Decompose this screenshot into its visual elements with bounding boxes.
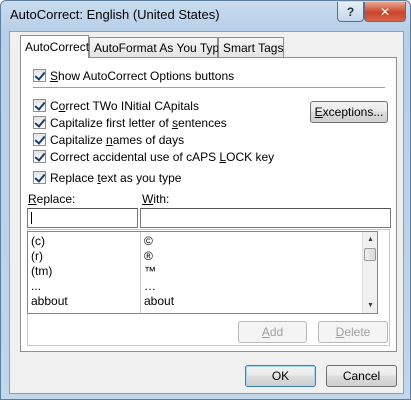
- checkbox-checked-icon[interactable]: [33, 133, 46, 146]
- list-item[interactable]: (c) ©: [28, 234, 358, 249]
- list-item-replace: (r): [31, 249, 43, 263]
- tab-label: AutoFormat As You Type: [94, 41, 226, 55]
- checkbox-checked-icon[interactable]: [33, 99, 46, 112]
- add-button[interactable]: Add: [238, 321, 307, 343]
- list-scrollbar[interactable]: ▲ ▼: [362, 232, 377, 313]
- button-label: Cancel: [342, 369, 381, 383]
- scroll-up-icon[interactable]: ▲: [363, 232, 377, 247]
- button-label: OK: [271, 369, 290, 383]
- show-autocorrect-options-checkbox[interactable]: Show AutoCorrect Options buttons: [33, 68, 234, 83]
- list-item-with: ®: [144, 249, 153, 263]
- capitalize-names-of-days-checkbox[interactable]: Capitalize names of days: [33, 132, 184, 147]
- title-bar[interactable]: AutoCorrect: English (United States) ? ✕: [1, 1, 410, 29]
- list-item[interactable]: (tm) ™: [28, 264, 358, 279]
- correct-two-initial-capitals-checkbox[interactable]: Correct TWo INitial CApitals: [33, 98, 199, 113]
- tab-autocorrect[interactable]: AutoCorrect: [20, 35, 89, 58]
- checkbox-checked-icon[interactable]: [33, 69, 46, 82]
- list-item-with: about: [144, 294, 175, 308]
- separator: [33, 87, 385, 89]
- button-label: Add: [261, 325, 284, 339]
- button-label: Delete: [335, 325, 371, 339]
- exceptions-button[interactable]: Exceptions...: [310, 101, 388, 123]
- ok-button[interactable]: OK: [245, 365, 316, 387]
- help-button[interactable]: ?: [337, 2, 364, 22]
- checkbox-checked-icon[interactable]: [33, 116, 46, 129]
- delete-button[interactable]: Delete: [318, 321, 388, 343]
- with-input[interactable]: [140, 208, 391, 228]
- checkbox-label: Show AutoCorrect Options buttons: [50, 68, 235, 83]
- correct-caps-lock-checkbox[interactable]: Correct accidental use of cAPS LOCK key: [33, 149, 274, 164]
- capitalize-first-letter-checkbox[interactable]: Capitalize first letter of sentences: [33, 115, 227, 130]
- list-item-replace: abbout: [31, 294, 68, 308]
- help-icon: ?: [346, 4, 355, 19]
- replacement-list[interactable]: (c) © (r) ® (tm) ™ ... … abbout about ▲ …: [27, 231, 378, 314]
- list-item-with: ™: [144, 264, 156, 278]
- tab-smart-tags[interactable]: Smart Tags: [218, 37, 284, 57]
- checkbox-checked-icon[interactable]: [33, 171, 46, 184]
- autocorrect-tab-panel: Show AutoCorrect Options buttons Correct…: [20, 57, 397, 352]
- checkbox-checked-icon[interactable]: [33, 150, 46, 163]
- scrollbar-thumb[interactable]: [364, 248, 376, 261]
- replace-text-as-you-type-checkbox[interactable]: Replace text as you type: [33, 170, 185, 185]
- list-item[interactable]: abbout about: [28, 294, 358, 309]
- list-item[interactable]: (r) ®: [28, 249, 358, 264]
- checkbox-label: Correct TWo INitial CApitals: [50, 98, 199, 113]
- tab-label: Smart Tags: [223, 41, 284, 55]
- scroll-down-icon[interactable]: ▼: [363, 298, 377, 313]
- list-item-replace: (tm): [31, 264, 53, 278]
- checkbox-label: Capitalize names of days: [50, 132, 185, 147]
- window-title: AutoCorrect: English (United States): [10, 7, 220, 22]
- list-item-with: ©: [144, 234, 153, 248]
- list-item-replace: (c): [31, 234, 45, 248]
- tab-label: AutoCorrect: [25, 40, 90, 54]
- close-button[interactable]: ✕: [364, 2, 406, 22]
- list-item[interactable]: ... …: [28, 279, 358, 294]
- autocorrect-dialog: AutoCorrect: English (United States) ? ✕…: [0, 0, 411, 400]
- checkbox-label: Replace text as you type: [50, 170, 182, 185]
- with-label: With:: [142, 192, 170, 206]
- text-caret: [31, 212, 32, 224]
- tab-autoformat-as-you-type[interactable]: AutoFormat As You Type: [89, 37, 226, 57]
- dialog-client-area: AutoCorrect AutoFormat As You Type Smart…: [9, 31, 404, 394]
- checkbox-label: Capitalize first letter of sentences: [50, 115, 227, 130]
- replace-input[interactable]: [27, 208, 138, 228]
- list-item-replace: ...: [31, 279, 42, 293]
- replace-label: Replace:: [28, 192, 76, 206]
- list-item-with: …: [144, 279, 156, 293]
- close-icon: ✕: [379, 4, 391, 19]
- cancel-button[interactable]: Cancel: [326, 365, 397, 387]
- button-label: Exceptions...: [314, 105, 384, 119]
- checkbox-label: Correct accidental use of cAPS LOCK key: [50, 149, 275, 164]
